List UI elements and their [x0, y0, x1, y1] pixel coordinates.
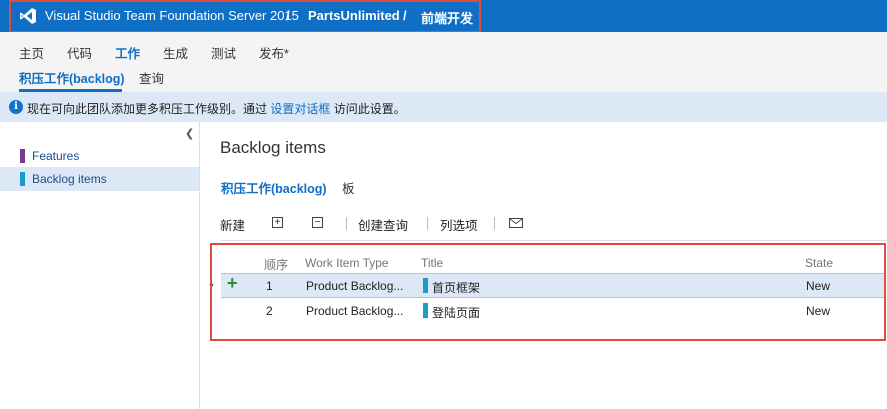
info-text-before: 现在可向此团队添加更多积压工作级别。通过	[27, 102, 271, 116]
nav-item-code[interactable]: 代码	[67, 43, 92, 62]
left-item-backlog-items[interactable]: Backlog items	[0, 167, 199, 191]
column-options-button[interactable]: 列选项	[440, 215, 478, 234]
features-color-bar	[20, 149, 25, 163]
nav-item-build[interactable]: 生成	[163, 43, 188, 62]
collapse-icon[interactable]: −	[312, 217, 323, 228]
nav-item-work[interactable]: 工作	[115, 43, 140, 62]
chevron-left-icon[interactable]: ❮	[185, 127, 194, 140]
toolbar-divider-line	[220, 240, 887, 241]
main-navigation: 主页 代码 工作 生成 测试 发布* 积压工作(backlog) 查询	[0, 32, 887, 92]
tab-board[interactable]: 板	[342, 178, 355, 197]
create-query-button[interactable]: 创建查询	[358, 215, 408, 234]
info-banner: i 现在可向此团队添加更多积压工作级别。通过 设置对话框 访问此设置。	[0, 92, 887, 122]
left-item-features[interactable]: Features	[0, 144, 199, 168]
nav-item-home[interactable]: 主页	[19, 43, 44, 62]
header-highlight-box	[9, 0, 481, 33]
info-icon: i	[9, 100, 23, 114]
page-title: Backlog items	[220, 138, 326, 157]
grid-highlight-box	[210, 243, 886, 341]
toolbar-divider	[494, 217, 495, 230]
mail-icon[interactable]	[509, 218, 523, 228]
backlog-levels-panel: ❮ Features Backlog items	[0, 122, 200, 409]
backlog-items-color-bar	[20, 172, 25, 186]
new-item-button[interactable]: 新建	[220, 215, 245, 234]
info-message: 现在可向此团队添加更多积压工作级别。通过 设置对话框 访问此设置。	[27, 100, 406, 117]
settings-dialog-link[interactable]: 设置对话框	[270, 102, 330, 116]
nav-item-test[interactable]: 测试	[211, 43, 236, 62]
left-item-label: Features	[32, 149, 80, 163]
left-item-label: Backlog items	[32, 172, 107, 186]
expand-icon[interactable]: +	[272, 217, 283, 228]
subnav-item-backlog[interactable]: 积压工作(backlog)	[19, 68, 125, 87]
toolbar-divider	[346, 217, 347, 230]
subnav-item-queries[interactable]: 查询	[139, 68, 164, 87]
tab-backlog[interactable]: 积压工作(backlog)	[221, 178, 327, 197]
nav-item-release[interactable]: 发布*	[259, 43, 289, 62]
toolbar-divider	[427, 217, 428, 230]
info-text-after: 访问此设置。	[330, 102, 406, 116]
